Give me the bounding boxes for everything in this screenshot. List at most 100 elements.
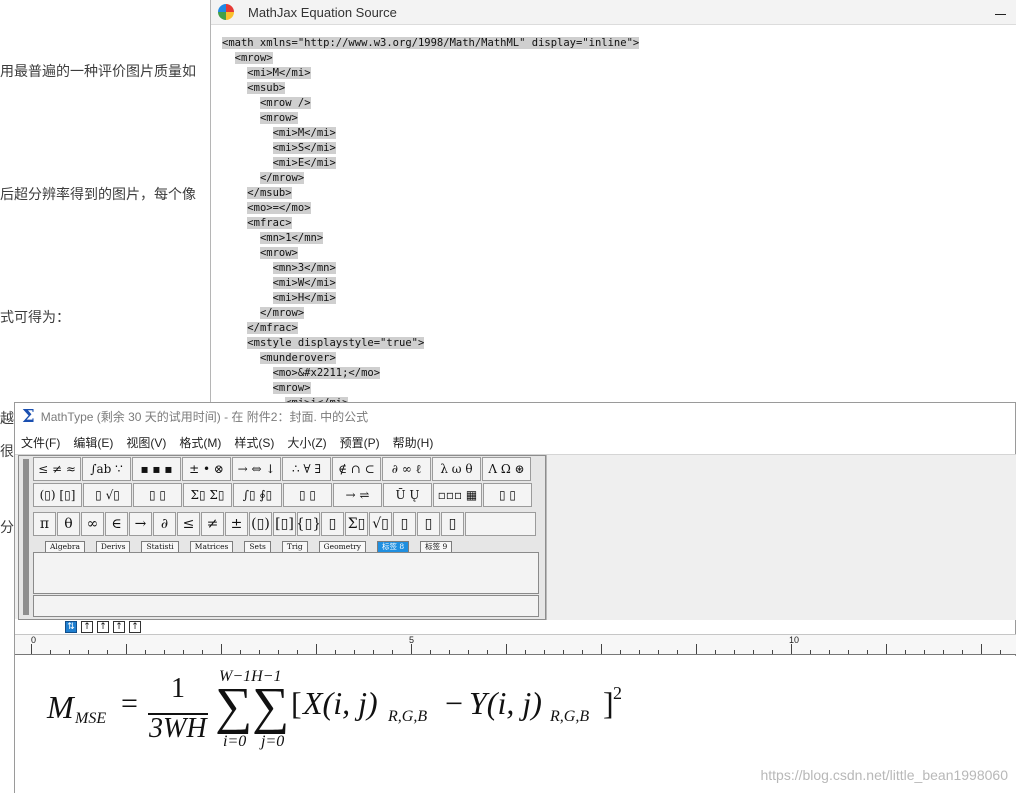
symbol-button[interactable]: (▯): [249, 512, 272, 536]
menu-item[interactable]: 文件(F): [21, 434, 60, 451]
template-button[interactable]: ▯ ▯: [483, 483, 532, 507]
template-button[interactable]: → ⇌: [333, 483, 382, 507]
menu-bar: 文件(F) 编辑(E) 视图(V) 格式(M) 样式(S) 大小(Z) 预置(P) 帮助(H): [15, 430, 1015, 454]
ruler-tick: [544, 650, 545, 654]
symbol-button[interactable]: {▯}: [297, 512, 320, 536]
palette-tab[interactable]: Algebra: [45, 541, 85, 552]
mathml-source-text[interactable]: <math xmlns="http://www.w3.org/1998/Math…: [222, 36, 1012, 402]
code-line-text: <msub>: [247, 82, 286, 94]
ruler[interactable]: 0 5 10: [15, 634, 1016, 655]
template-button[interactable]: ▯ ▯: [133, 483, 182, 507]
ruler-tick: [449, 650, 450, 654]
mathjax-titlebar[interactable]: MathJax Equation Source: [211, 0, 1016, 25]
palette-tab[interactable]: Geometry: [318, 541, 366, 552]
code-line-text: <mrow>: [234, 52, 273, 64]
palette-button[interactable]: ∂ ∞ ℓ: [382, 457, 431, 481]
ruler-tick: [962, 650, 963, 654]
tab-content-area[interactable]: [33, 552, 539, 594]
symbol-button[interactable]: ▯: [321, 512, 344, 536]
code-line: <math xmlns="http://www.w3.org/1998/Math…: [222, 36, 1012, 51]
symbol-button[interactable]: π: [33, 512, 56, 536]
code-line: <mrow />: [222, 96, 1012, 111]
ruler-tick: [753, 650, 754, 654]
nudge-button[interactable]: ⇅: [65, 621, 77, 633]
code-line-text: <mi>H</mi>: [272, 292, 336, 304]
palette-tab[interactable]: Derivs: [95, 541, 131, 552]
symbol-button[interactable]: ∈: [105, 512, 128, 536]
template-button[interactable]: ▯ √▯: [83, 483, 132, 507]
template-button[interactable]: ▯ ▯: [283, 483, 332, 507]
symbol-button[interactable]: [▯]: [273, 512, 296, 536]
nudge-button[interactable]: ↑: [81, 621, 93, 633]
ruler-tick: [924, 650, 925, 654]
symbol-button[interactable]: ▯: [393, 512, 416, 536]
palette-tab[interactable]: 标签 9: [420, 541, 453, 552]
ruler-tick: [677, 650, 678, 654]
symbol-button[interactable]: [465, 512, 536, 536]
template-button[interactable]: (▯) [▯]: [33, 483, 82, 507]
mse-formula[interactable]: M MSE = 1 3WH W−1H−1 ∑ ∑ i=0 j=0 [ X(i, …: [31, 665, 651, 765]
symbol-button[interactable]: ▯: [441, 512, 464, 536]
palette-button[interactable]: Λ Ω ⊛: [482, 457, 531, 481]
palette-button[interactable]: λ ω θ: [432, 457, 481, 481]
ruler-tick: [373, 650, 374, 654]
nudge-button[interactable]: ↑: [97, 621, 109, 633]
palette-tab[interactable]: 标签 8: [377, 541, 410, 552]
palette-tab[interactable]: Sets: [244, 541, 271, 552]
menu-item[interactable]: 编辑(E): [73, 434, 113, 451]
menu-item[interactable]: 格式(M): [179, 434, 221, 451]
ruler-tick: [411, 644, 412, 654]
ruler-tick: [981, 644, 982, 654]
tab-content-area-lower[interactable]: [33, 595, 539, 617]
code-line-text: </msub>: [247, 187, 292, 199]
template-button[interactable]: Σ▯ Σ▯: [183, 483, 232, 507]
code-line-text: <mo>&#x2211;</mo>: [272, 367, 381, 379]
palette-tab[interactable]: Statisti: [141, 541, 179, 552]
symbol-button[interactable]: ≠: [201, 512, 224, 536]
nudge-button[interactable]: ↑: [129, 621, 141, 633]
code-line: <mi>E</mi>: [222, 156, 1012, 171]
ruler-tick: [829, 650, 830, 654]
template-button[interactable]: Ū Ų: [383, 483, 432, 507]
palette-tab[interactable]: Trig: [281, 541, 308, 552]
symbol-button[interactable]: ∞: [81, 512, 104, 536]
symbol-button[interactable]: √▯: [369, 512, 392, 536]
minimize-icon[interactable]: [988, 2, 1012, 22]
template-button[interactable]: ▫▫▫ ▦: [433, 483, 482, 507]
toolbar-empty-area: [546, 455, 1016, 620]
symbol-button[interactable]: →: [129, 512, 152, 536]
toolbar-area: ≤ ≠ ≈ ∫ab ∵ ▪ ▪ ▪ ± • ⊗ → ⇔ ↓ ∴ ∀ ∃ ∉ ∩ ⊂ ∂ ∞ ℓ…: [15, 454, 1016, 620]
mathtype-window[interactable]: Σ MathType (剩余 30 天的试用时间) - 在 附件2：封面. 中的…: [14, 402, 1016, 793]
ruler-tick: [297, 650, 298, 654]
symbol-button[interactable]: θ: [57, 512, 80, 536]
palette-tab[interactable]: Matrices: [189, 541, 234, 552]
menu-item[interactable]: 样式(S): [234, 434, 274, 451]
palette-button[interactable]: ▪ ▪ ▪: [132, 457, 181, 481]
code-line: <mn>1</mn>: [222, 231, 1012, 246]
palette-button[interactable]: ∴ ∀ ∃: [282, 457, 331, 481]
palette-button[interactable]: ∫ab ∵: [82, 457, 131, 481]
mathjax-source-window[interactable]: MathJax Equation Source <math xmlns="htt…: [210, 0, 1016, 402]
symbol-button[interactable]: ▯: [417, 512, 440, 536]
nudge-button[interactable]: ↑: [113, 621, 125, 633]
symbol-button[interactable]: ∂: [153, 512, 176, 536]
symbol-button[interactable]: ±: [225, 512, 248, 536]
template-button[interactable]: ∫▯ ∮▯: [233, 483, 282, 507]
palette-button[interactable]: → ⇔ ↓: [232, 457, 281, 481]
symbol-button[interactable]: Σ▯: [345, 512, 368, 536]
palette-button[interactable]: ∉ ∩ ⊂: [332, 457, 381, 481]
code-line: <mfrac>: [222, 216, 1012, 231]
code-line: <mi>M</mi>: [222, 66, 1012, 81]
symbol-button[interactable]: ≤: [177, 512, 200, 536]
menu-item[interactable]: 视图(V): [126, 434, 166, 451]
code-line: <mstyle displaystyle="true">: [222, 336, 1012, 351]
menu-item[interactable]: 预置(P): [340, 434, 380, 451]
code-line-text: </mrow>: [259, 172, 305, 184]
toolbar-grip[interactable]: [23, 459, 29, 615]
ruler-tick: [772, 650, 773, 654]
palette-button[interactable]: ± • ⊗: [182, 457, 231, 481]
mathtype-titlebar[interactable]: Σ MathType (剩余 30 天的试用时间) - 在 附件2：封面. 中的…: [15, 403, 1015, 430]
menu-item[interactable]: 大小(Z): [287, 434, 326, 451]
palette-button[interactable]: ≤ ≠ ≈: [33, 457, 81, 481]
menu-item[interactable]: 帮助(H): [393, 434, 434, 451]
